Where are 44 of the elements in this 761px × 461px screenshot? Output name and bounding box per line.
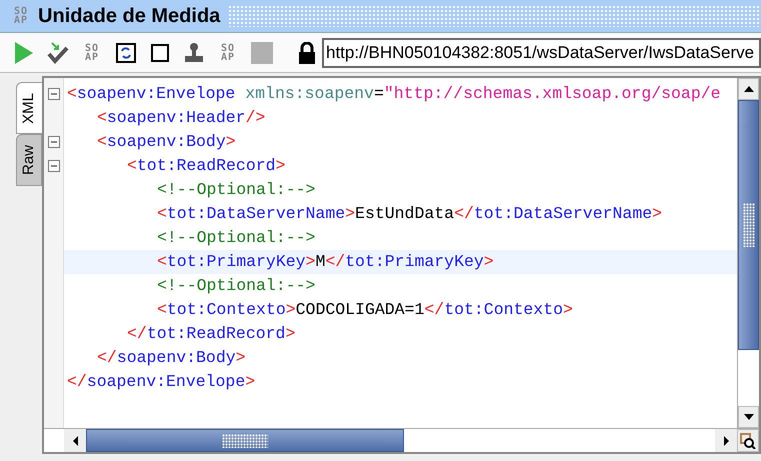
collapse-icon[interactable] [48,88,60,100]
code-line: <!--Optional:--> [156,274,316,297]
vertical-scrollbar[interactable] [737,78,759,428]
window-title: Unidade de Medida [38,4,220,29]
tab[interactable]: Raw [16,134,42,186]
play-icon [15,42,33,64]
code-line: <tot:ReadRecord> [126,154,286,177]
scroll-thumb[interactable] [86,429,404,452]
soap-icon: SO AP [220,44,236,62]
scroll-up-button[interactable] [738,78,759,100]
collapse-icon[interactable] [48,136,60,148]
scroll-down-button[interactable] [738,406,759,428]
refresh-icon [116,42,136,62]
horizontal-scrollbar[interactable] [64,429,737,452]
lock-icon [298,42,316,64]
code-line: <soapenv:Body> [96,130,237,153]
zoom-icon [740,432,756,448]
square-icon [151,44,169,62]
scroll-thumb[interactable] [738,100,759,350]
code-line: <!--Optional:--> [156,178,316,201]
xml-editor[interactable] [42,76,761,454]
soap-icon: SO AP [14,7,28,25]
stamp-icon [184,42,204,64]
tab[interactable]: XML [16,82,42,134]
code-line: <tot:DataServerName>EstUndData</tot:DataServerName> [156,202,664,225]
code-line: <soapenv:Envelope xmlns:soapenv="http://schemas.xmlsoap.org/soap/e [66,82,722,105]
check-icon [47,42,69,64]
url-field[interactable]: http://BHN050104382:8051/wsDataServer/IwsDataServe [322,38,761,68]
code-line: </soapenv:Body> [96,346,247,369]
code-line: </soapenv:Envelope> [66,370,256,393]
right-arrow-icon [724,436,728,446]
left-arrow-icon [72,436,78,446]
zoom-button[interactable] [737,429,759,452]
collapse-icon[interactable] [48,160,60,172]
scroll-right-button[interactable] [715,429,737,452]
code-line: <soapenv:Header/> [96,106,266,129]
up-arrow-icon [744,86,754,92]
blank-icon [251,42,273,64]
scroll-left-button[interactable] [64,429,86,452]
code-line: <tot:Contexto>CODCOLIGADA=1</tot:Contexto> [156,298,574,321]
code-line: <!--Optional:--> [156,226,316,249]
soap-icon: SO AP [84,44,100,62]
down-arrow-icon [744,414,754,420]
code-line: </tot:ReadRecord> [126,322,296,345]
